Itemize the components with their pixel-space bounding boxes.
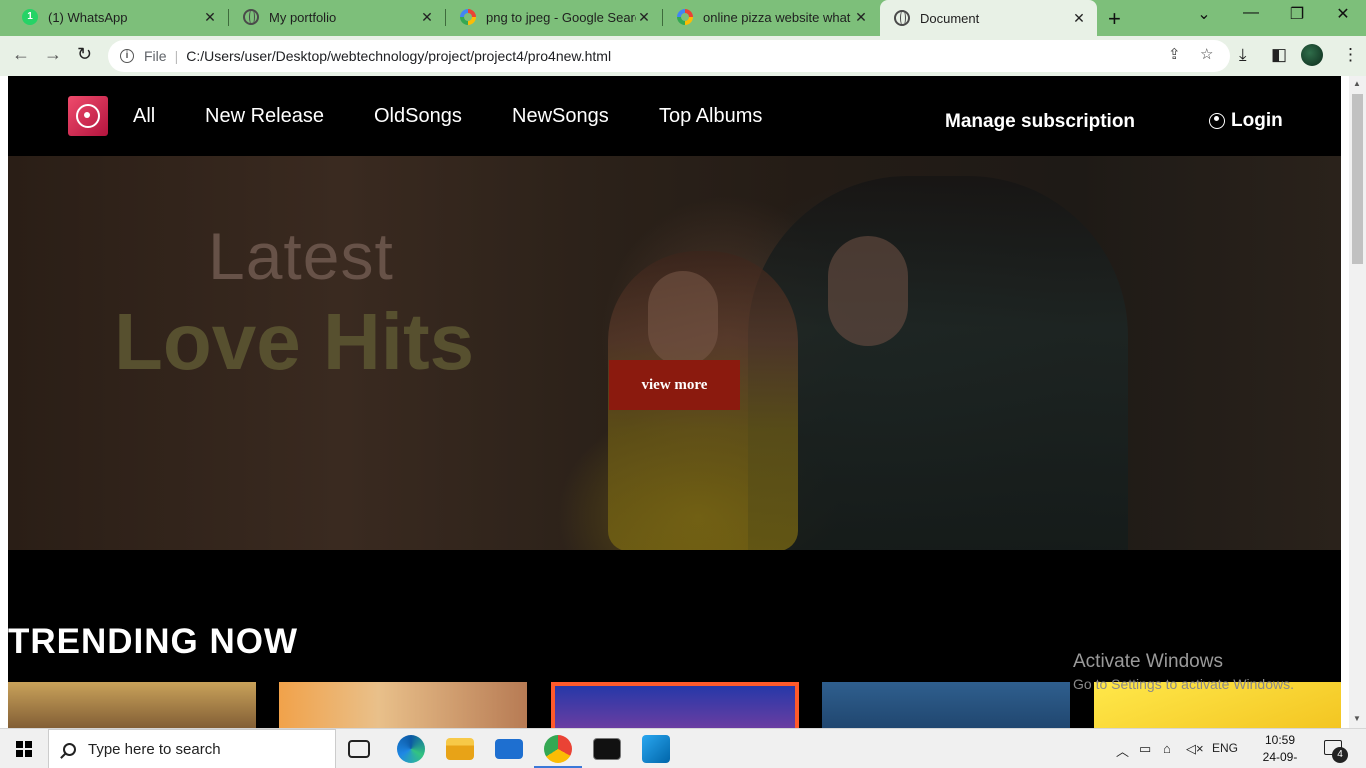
terminal-icon[interactable]	[593, 738, 621, 760]
scrollbar-thumb[interactable]	[1352, 94, 1363, 264]
tab-google-search[interactable]: png to jpeg - Google Search ✕	[446, 0, 662, 34]
vertical-scrollbar[interactable]: ▲ ▼	[1349, 76, 1366, 728]
minimize-icon[interactable]: —	[1228, 4, 1274, 22]
back-icon[interactable]: ←	[12, 44, 30, 65]
tab-my-portfolio[interactable]: My portfolio ✕	[229, 0, 445, 34]
nav-link-oldsongs[interactable]: OldSongs	[374, 105, 462, 128]
hero-photo-woman-face	[648, 271, 718, 366]
nav-link-top-albums[interactable]: Top Albums	[659, 105, 762, 128]
activate-windows-hint: Go to Settings to activate Windows.	[1073, 676, 1294, 692]
reload-icon[interactable]: ↻	[77, 44, 92, 65]
window-close-icon[interactable]: ✕	[1320, 4, 1366, 24]
volume-muted-icon[interactable]: ◁×	[1186, 741, 1204, 757]
notification-count-badge: 4	[1332, 747, 1348, 763]
hero-heading-love-hits: Love Hits	[114, 297, 475, 386]
globe-icon	[243, 9, 259, 25]
edge-icon[interactable]	[397, 735, 425, 763]
close-icon[interactable]: ✕	[853, 9, 869, 26]
activate-windows-watermark: Activate Windows	[1073, 651, 1223, 672]
close-icon[interactable]: ✕	[636, 9, 652, 26]
scroll-down-icon[interactable]: ▼	[1353, 714, 1361, 723]
close-icon[interactable]: ✕	[1071, 10, 1087, 27]
tab-whatsapp[interactable]: 1 (1) WhatsApp ✕	[8, 0, 228, 34]
close-icon[interactable]: ✕	[202, 9, 218, 26]
bookmark-star-icon[interactable]: ☆	[1200, 45, 1213, 63]
trending-card[interactable]	[279, 682, 527, 728]
share-icon[interactable]: ⇪	[1168, 45, 1181, 63]
site-info-icon[interactable]: i	[120, 49, 134, 63]
clock-time: 10:59	[1264, 733, 1296, 747]
tab-title: png to jpeg - Google Search	[486, 9, 636, 25]
google-icon	[677, 9, 693, 25]
site-navbar: All New Release OldSongs NewSongs Top Al…	[8, 76, 1341, 156]
browser-toolbar: ← → ↻ i File | C:/Users/user/Desktop/web…	[0, 36, 1366, 76]
globe-icon	[894, 10, 910, 26]
view-more-button[interactable]: view more	[609, 360, 740, 410]
mail-icon[interactable]	[495, 739, 523, 759]
chrome-icon[interactable]	[534, 735, 582, 768]
tab-title: My portfolio	[269, 9, 337, 25]
nav-link-all[interactable]: All	[133, 105, 155, 128]
tab-pizza-website[interactable]: online pizza website what is t ✕	[663, 0, 879, 34]
trending-now-heading: TRENDING NOW	[8, 622, 299, 661]
language-indicator[interactable]: ENG	[1212, 741, 1238, 755]
login-label: Login	[1231, 110, 1283, 131]
download-icon[interactable]: ⤓	[1239, 45, 1247, 65]
restore-icon[interactable]: ❐	[1274, 4, 1320, 24]
google-icon	[460, 9, 476, 25]
search-icon	[63, 742, 76, 756]
browser-tab-strip: 1 (1) WhatsApp ✕ My portfolio ✕ png to j…	[0, 0, 1366, 36]
search-placeholder: Type here to search	[88, 740, 221, 758]
login-button[interactable]: Login	[1209, 110, 1283, 132]
address-bar[interactable]: i File | C:/Users/user/Desktop/webtechno…	[108, 40, 1230, 72]
tab-search-chevron-icon[interactable]: ⌄	[1181, 4, 1227, 24]
close-icon[interactable]: ✕	[419, 9, 435, 26]
battery-icon[interactable]: ▭	[1139, 741, 1151, 757]
web-page: All New Release OldSongs NewSongs Top Al…	[8, 76, 1341, 728]
hero-banner: Latest Love Hits view more	[8, 156, 1341, 550]
scroll-up-icon[interactable]: ▲	[1353, 79, 1361, 88]
hero-photo-man-face	[828, 236, 908, 346]
show-hidden-icons-icon[interactable]: ︿	[1116, 741, 1129, 760]
tab-title: Document	[920, 10, 980, 26]
new-tab-icon[interactable]: +	[1108, 6, 1121, 32]
network-icon[interactable]: ⌂	[1163, 741, 1171, 756]
trending-card[interactable]	[822, 682, 1070, 728]
vscode-icon[interactable]	[642, 735, 670, 763]
trending-card[interactable]	[8, 682, 256, 728]
user-circle-icon	[1209, 113, 1225, 129]
hero-photo-man	[748, 176, 1128, 550]
tab-title: online pizza website what is t	[703, 9, 853, 25]
address-divider: |	[174, 48, 179, 64]
whatsapp-icon: 1	[22, 9, 38, 25]
tab-document[interactable]: Document ✕	[880, 0, 1097, 36]
nav-link-newsongs[interactable]: NewSongs	[512, 105, 609, 128]
profile-avatar[interactable]	[1301, 44, 1323, 66]
taskbar-search-box[interactable]: Type here to search	[48, 729, 336, 768]
scheme-label: File	[144, 48, 167, 64]
forward-icon[interactable]: →	[44, 44, 62, 65]
side-panel-icon[interactable]: ◧	[1271, 45, 1287, 65]
windows-taskbar: Type here to search ︿ ▭ ⌂ ◁× ENG 10:59 2…	[0, 728, 1366, 768]
task-view-icon[interactable]	[348, 740, 370, 758]
taskbar-clock[interactable]: 10:59 24-09-2023	[1250, 732, 1310, 768]
music-logo-icon[interactable]	[68, 96, 108, 136]
nav-link-new-release[interactable]: New Release	[205, 105, 324, 128]
menu-icon[interactable]: ⋮	[1342, 45, 1359, 65]
hero-heading-latest: Latest	[208, 219, 394, 293]
tab-title: (1) WhatsApp	[48, 9, 128, 25]
windows-start-icon[interactable]	[16, 741, 32, 757]
clock-date: 24-09-2023	[1262, 750, 1298, 768]
file-explorer-icon[interactable]	[446, 738, 474, 760]
trending-card[interactable]	[551, 682, 799, 728]
url-text[interactable]: C:/Users/user/Desktop/webtechnology/proj…	[186, 48, 611, 64]
manage-subscription-link[interactable]: Manage subscription	[945, 111, 1135, 133]
